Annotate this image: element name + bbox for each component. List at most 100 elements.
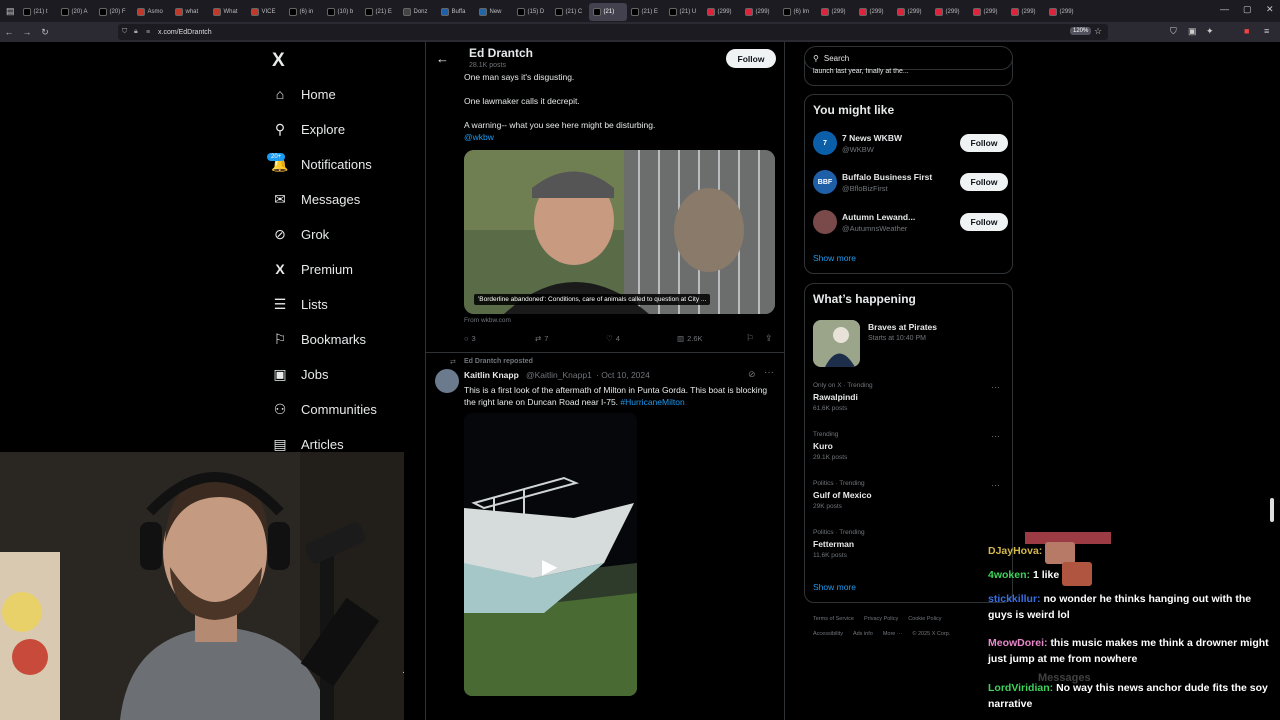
author-handle[interactable]: @Kaitlin_Knapp1 xyxy=(526,370,592,380)
suggestion-name[interactable]: Autumn Lewand... xyxy=(842,212,954,222)
addon-icon[interactable]: ■ xyxy=(1244,26,1249,36)
nav-item-bookmarks[interactable]: ⚐ Bookmarks xyxy=(272,331,366,347)
browser-tab[interactable]: (299) xyxy=(969,3,1007,21)
browser-tab[interactable]: VICE xyxy=(247,3,285,21)
browser-tab[interactable]: (15) D xyxy=(513,3,551,21)
browser-tab[interactable]: (299) xyxy=(1007,3,1045,21)
trend-item[interactable]: Politics · Trending Gulf of Mexico 29K pos… xyxy=(813,480,1000,510)
follow-button[interactable]: Follow xyxy=(726,49,776,68)
repost-button[interactable]: ⇄ 7 xyxy=(535,334,548,343)
browser-tab[interactable]: (21) U xyxy=(665,3,703,21)
trend-more-icon[interactable]: ··· xyxy=(991,480,1000,490)
menu-icon[interactable]: ≡ xyxy=(1264,26,1269,36)
browser-tab[interactable]: New xyxy=(475,3,513,21)
bookmark-icon[interactable]: ⚐ xyxy=(746,333,754,344)
maximize-icon[interactable]: ▢ xyxy=(1243,4,1252,15)
nav-item-articles[interactable]: ▤ Articles xyxy=(272,436,343,452)
browser-tab[interactable]: (6) in xyxy=(285,3,323,21)
follow-button[interactable]: Follow xyxy=(960,134,1008,152)
browser-tab[interactable]: Asmo xyxy=(133,3,171,21)
chat-username[interactable]: DJayHova: xyxy=(988,545,1042,557)
reply-button[interactable]: ○ 3 xyxy=(464,334,476,343)
browser-tab[interactable]: (10) b xyxy=(323,3,361,21)
more-icon[interactable]: ··· xyxy=(402,667,404,678)
star-icon[interactable]: ☆ xyxy=(1094,26,1102,37)
browser-tab[interactable]: (299) xyxy=(1045,3,1083,21)
footer-link[interactable]: More ··· xyxy=(883,631,903,637)
pocket-icon[interactable]: ⛉ xyxy=(1170,26,1177,37)
trend-more-icon[interactable]: ··· xyxy=(991,382,1000,392)
nav-item-communities[interactable]: ⚇ Communities xyxy=(272,401,377,417)
follow-button[interactable]: Follow xyxy=(960,213,1008,231)
browser-tab[interactable]: (20) F xyxy=(95,3,133,21)
show-more-trends-link[interactable]: Show more xyxy=(813,582,856,592)
browser-tab[interactable]: (21) t xyxy=(19,3,57,21)
back-arrow-icon[interactable]: ← xyxy=(436,51,449,66)
zoom-level[interactable]: 120% xyxy=(1070,27,1092,35)
nav-item-lists[interactable]: ☰ Lists xyxy=(272,296,328,312)
nav-item-messages[interactable]: ✉ Messages xyxy=(272,191,360,207)
hashtag-link[interactable]: #HurricaneMilton xyxy=(620,397,684,407)
back-icon[interactable]: ← xyxy=(0,27,18,37)
reload-icon[interactable]: ↻ xyxy=(36,27,54,38)
chat-username[interactable]: 4woken: xyxy=(988,569,1030,581)
nav-item-explore[interactable]: ⚲ Explore xyxy=(272,121,345,137)
browser-tab[interactable]: (21) C xyxy=(551,3,589,21)
suggestion-name[interactable]: 7 News WKBW xyxy=(842,133,954,143)
author-name[interactable]: Kaitlin Knapp xyxy=(464,370,519,380)
url-bar[interactable]: ⛉ 🔒︎ ≡ x.com/EdDrantch xyxy=(118,24,1108,40)
footer-link[interactable]: Privacy Policy xyxy=(864,616,898,622)
browser-tab[interactable]: (20) A xyxy=(57,3,95,21)
tab-list-icon[interactable]: ▤ xyxy=(6,6,15,17)
browser-tab[interactable]: (6) Im xyxy=(779,3,817,21)
browser-tab[interactable]: (21) xyxy=(588,3,627,21)
browser-tab[interactable]: what xyxy=(171,3,209,21)
footer-link[interactable]: Ads info xyxy=(853,631,873,637)
forward-icon[interactable]: → xyxy=(18,27,36,37)
tweet-date[interactable]: · Oct 10, 2024 xyxy=(596,370,650,380)
views-button[interactable]: ▥ 2.6K xyxy=(677,334,703,343)
browser-tab[interactable]: (299) xyxy=(817,3,855,21)
mention-link[interactable]: @wkbw xyxy=(464,132,494,142)
trend-item[interactable]: Trending Kuro 29.1K posts ··· xyxy=(813,431,1000,461)
chat-username[interactable]: MeowDorei: xyxy=(988,637,1048,649)
tweet-video[interactable]: ▶ xyxy=(464,413,637,696)
show-more-link[interactable]: Show more xyxy=(813,253,856,263)
browser-tab[interactable]: Donz xyxy=(399,3,437,21)
avatar[interactable]: 7 xyxy=(813,131,837,155)
nav-item-home[interactable]: ⌂ Home xyxy=(272,86,336,102)
x-logo-icon[interactable]: X xyxy=(272,50,285,72)
share-icon[interactable]: ⇪ xyxy=(765,333,773,344)
nav-item-notifications[interactable]: 🔔 Notifications xyxy=(271,156,372,172)
nav-item-grok[interactable]: ⊘ Grok xyxy=(272,226,329,242)
browser-tab[interactable]: (21) E xyxy=(361,3,399,21)
chat-username[interactable]: stickkillur: xyxy=(988,593,1041,605)
footer-link[interactable]: Cookie Policy xyxy=(908,616,941,622)
browser-tab[interactable]: (299) xyxy=(703,3,741,21)
extension-icon[interactable]: ▣ xyxy=(1188,26,1197,37)
more-icon[interactable]: ··· xyxy=(764,367,774,378)
browser-tab[interactable]: (299) xyxy=(741,3,779,21)
browser-tab[interactable]: Buffa xyxy=(437,3,475,21)
grok-icon[interactable]: ⊘ xyxy=(748,369,756,380)
trend-more-icon[interactable]: ··· xyxy=(991,431,1000,441)
tweet-image[interactable]: 'Borderline abandoned': Conditions, care… xyxy=(464,150,775,314)
like-button[interactable]: ♡ 4 xyxy=(606,334,620,343)
play-icon[interactable]: ▶ xyxy=(542,554,557,579)
browser-tab[interactable]: (299) xyxy=(855,3,893,21)
footer-link[interactable]: Accessibility xyxy=(813,631,843,637)
event-image[interactable] xyxy=(813,320,860,367)
browser-tab[interactable]: (299) xyxy=(931,3,969,21)
scrollbar[interactable] xyxy=(1270,498,1274,522)
follow-button[interactable]: Follow xyxy=(960,173,1008,191)
source-link[interactable]: From wkbw.com xyxy=(464,317,511,324)
browser-tab[interactable]: What xyxy=(209,3,247,21)
avatar[interactable] xyxy=(435,369,459,393)
suggestion-row[interactable]: BBF Buffalo Business First @BfloBizFirst Fo… xyxy=(813,170,1008,194)
trend-item[interactable]: Only on X · Trending Rawalpindi 61.6K post… xyxy=(813,382,1000,412)
browser-tab[interactable]: (299) xyxy=(893,3,931,21)
browser-tab[interactable]: (21) E xyxy=(627,3,665,21)
close-window-icon[interactable]: ✕ xyxy=(1266,4,1274,15)
minimize-icon[interactable]: — xyxy=(1220,4,1229,14)
nav-item-premium[interactable]: X Premium xyxy=(272,261,353,277)
